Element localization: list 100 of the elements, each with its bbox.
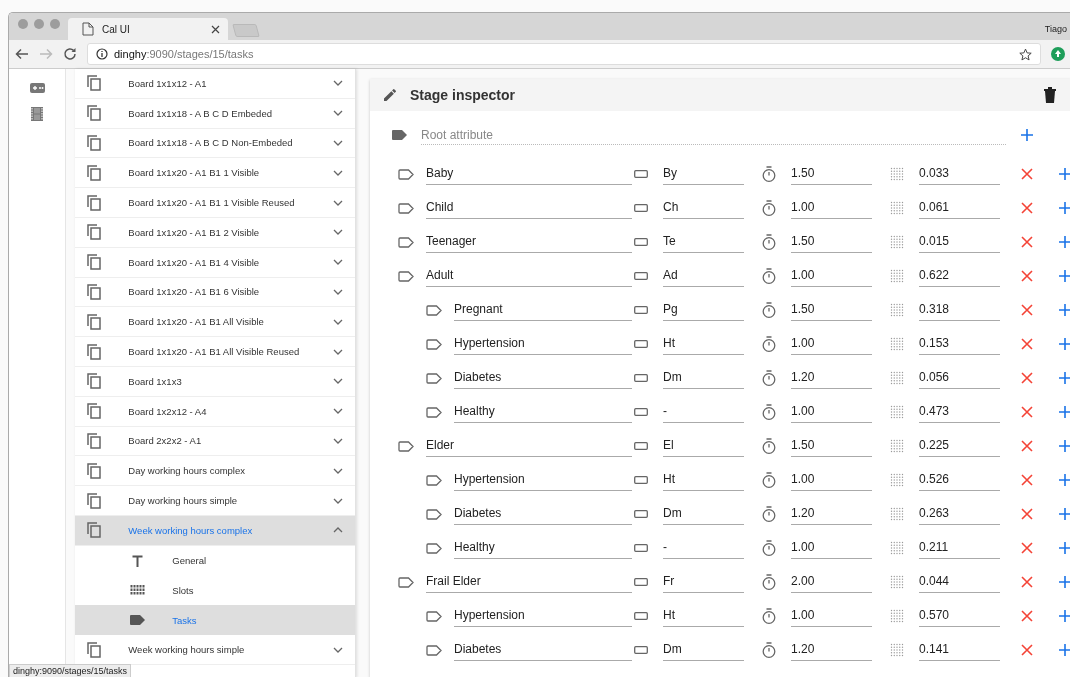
remove-icon[interactable] xyxy=(1021,202,1033,214)
abbreviation-field[interactable]: El xyxy=(663,435,744,457)
abbreviation-field[interactable]: Ht xyxy=(663,605,744,627)
remove-icon[interactable] xyxy=(1021,542,1033,554)
duration-field[interactable]: 1.00 xyxy=(791,469,872,491)
remove-icon[interactable] xyxy=(1021,406,1033,418)
remove-icon[interactable] xyxy=(1021,644,1033,656)
expand-icon[interactable] xyxy=(333,199,343,206)
share-field[interactable]: 0.015 xyxy=(919,231,1000,253)
name-field[interactable]: Healthy xyxy=(454,537,632,559)
share-field[interactable]: 0.263 xyxy=(919,503,1000,525)
add-icon[interactable] xyxy=(1059,168,1070,180)
abbreviation-field[interactable]: - xyxy=(663,401,744,423)
extension-icon[interactable] xyxy=(1051,47,1065,61)
stage-item[interactable]: Board 1x1x20 - A1 B1 All Visible Reused xyxy=(75,337,355,367)
share-field[interactable]: 0.318 xyxy=(919,299,1000,321)
name-field[interactable]: Diabetes xyxy=(454,639,632,661)
duration-field[interactable]: 1.50 xyxy=(791,435,872,457)
duration-field[interactable]: 1.50 xyxy=(791,299,872,321)
name-field[interactable]: Hypertension xyxy=(454,605,632,627)
stage-item[interactable]: Board 1x1x12 - A1 xyxy=(75,69,355,99)
abbreviation-field[interactable]: Pg xyxy=(663,299,744,321)
add-icon[interactable] xyxy=(1059,610,1070,622)
stage-item[interactable]: Board 1x1x20 - A1 B1 All Visible xyxy=(75,307,355,338)
expand-icon[interactable] xyxy=(333,80,343,87)
stage-item[interactable]: Board 1x1x20 - A1 B1 1 Visible xyxy=(75,158,355,189)
stage-item[interactable]: Board 1x1x20 - A1 B1 6 Visible xyxy=(75,277,355,308)
stage-item[interactable]: Day working hours complex xyxy=(75,456,355,487)
remove-icon[interactable] xyxy=(1021,508,1033,520)
stage-item[interactable]: Board 1x1x20 - A1 B1 4 Visible xyxy=(75,247,355,278)
abbreviation-field[interactable]: Te xyxy=(663,231,744,253)
duration-field[interactable]: 1.20 xyxy=(791,639,872,661)
share-field[interactable]: 0.473 xyxy=(919,401,1000,423)
add-icon[interactable] xyxy=(1059,508,1070,520)
address-bar[interactable]: dinghy:9090/stages/15/tasks xyxy=(87,43,1041,65)
stage-item[interactable]: Board 1x1x20 - A1 B1 1 Visible Reused xyxy=(75,188,355,218)
browser-tab[interactable]: Cal UI xyxy=(68,18,228,40)
abbreviation-field[interactable]: Dm xyxy=(663,639,744,661)
root-attribute-field[interactable]: Root attribute xyxy=(421,125,1006,145)
add-icon[interactable] xyxy=(1059,338,1070,350)
share-field[interactable]: 0.061 xyxy=(919,197,1000,219)
abbreviation-field[interactable]: Dm xyxy=(663,367,744,389)
duration-field[interactable]: 1.00 xyxy=(791,333,872,355)
add-icon[interactable] xyxy=(1059,304,1070,316)
share-field[interactable]: 0.044 xyxy=(919,571,1000,593)
name-field[interactable]: Baby xyxy=(426,163,632,185)
remove-icon[interactable] xyxy=(1021,610,1033,622)
abbreviation-field[interactable]: Ht xyxy=(663,469,744,491)
abbreviation-field[interactable]: - xyxy=(663,537,744,559)
remove-icon[interactable] xyxy=(1021,474,1033,486)
add-icon[interactable] xyxy=(1059,576,1070,588)
duration-field[interactable]: 1.20 xyxy=(791,503,872,525)
stage-item[interactable]: Board 1x1x18 - A B C D Embeded xyxy=(75,98,355,129)
expand-icon[interactable] xyxy=(333,348,343,355)
expand-icon[interactable] xyxy=(333,646,343,653)
stage-item[interactable]: Day working hours simple xyxy=(75,486,355,516)
abbreviation-field[interactable]: Dm xyxy=(663,503,744,525)
add-icon[interactable] xyxy=(1059,202,1070,214)
duration-field[interactable]: 1.50 xyxy=(791,163,872,185)
expand-icon[interactable] xyxy=(333,467,343,474)
duration-field[interactable]: 1.00 xyxy=(791,537,872,559)
duration-field[interactable]: 2.00 xyxy=(791,571,872,593)
duration-field[interactable]: 1.20 xyxy=(791,367,872,389)
add-icon[interactable] xyxy=(1059,406,1070,418)
name-field[interactable]: Diabetes xyxy=(454,367,632,389)
share-field[interactable]: 0.033 xyxy=(919,163,1000,185)
stage-item[interactable]: Board 1x1x20 - A1 B1 2 Visible xyxy=(75,218,355,248)
back-icon[interactable] xyxy=(15,47,29,61)
abbreviation-field[interactable]: Ch xyxy=(663,197,744,219)
expand-icon[interactable] xyxy=(333,259,343,266)
expand-icon[interactable] xyxy=(333,408,343,415)
stage-item[interactable]: Board 1x1x3 xyxy=(75,366,355,397)
stage-item[interactable]: Board 1x1x18 - A B C D Non-Embeded xyxy=(75,128,355,159)
abbreviation-field[interactable]: Ht xyxy=(663,333,744,355)
remove-icon[interactable] xyxy=(1021,304,1033,316)
name-field[interactable]: Child xyxy=(426,197,632,219)
trash-icon[interactable] xyxy=(1043,87,1057,103)
profile-name[interactable]: Tiago xyxy=(1044,24,1070,34)
remove-icon[interactable] xyxy=(1021,440,1033,452)
add-icon[interactable] xyxy=(1059,440,1070,452)
remove-icon[interactable] xyxy=(1021,270,1033,282)
expand-icon[interactable] xyxy=(333,140,343,146)
expand-icon[interactable] xyxy=(333,437,343,444)
share-field[interactable]: 0.153 xyxy=(919,333,1000,355)
name-field[interactable]: Elder xyxy=(426,435,632,457)
add-icon[interactable] xyxy=(1059,474,1070,486)
add-icon[interactable] xyxy=(1059,644,1070,656)
share-field[interactable]: 0.225 xyxy=(919,435,1000,457)
remove-icon[interactable] xyxy=(1021,576,1033,588)
gamepad-icon[interactable] xyxy=(29,83,45,93)
name-field[interactable]: Teenager xyxy=(426,231,632,253)
share-field[interactable]: 0.622 xyxy=(919,265,1000,287)
duration-field[interactable]: 1.00 xyxy=(791,197,872,219)
add-icon[interactable] xyxy=(1059,542,1070,554)
stage-item[interactable]: Board 1x2x12 - A4 xyxy=(75,396,355,427)
expand-icon[interactable] xyxy=(333,318,343,325)
stage-item[interactable]: Board 2x2x2 - A1 xyxy=(75,426,355,457)
expand-icon[interactable] xyxy=(333,378,343,385)
name-field[interactable]: Diabetes xyxy=(454,503,632,525)
remove-icon[interactable] xyxy=(1021,338,1033,350)
